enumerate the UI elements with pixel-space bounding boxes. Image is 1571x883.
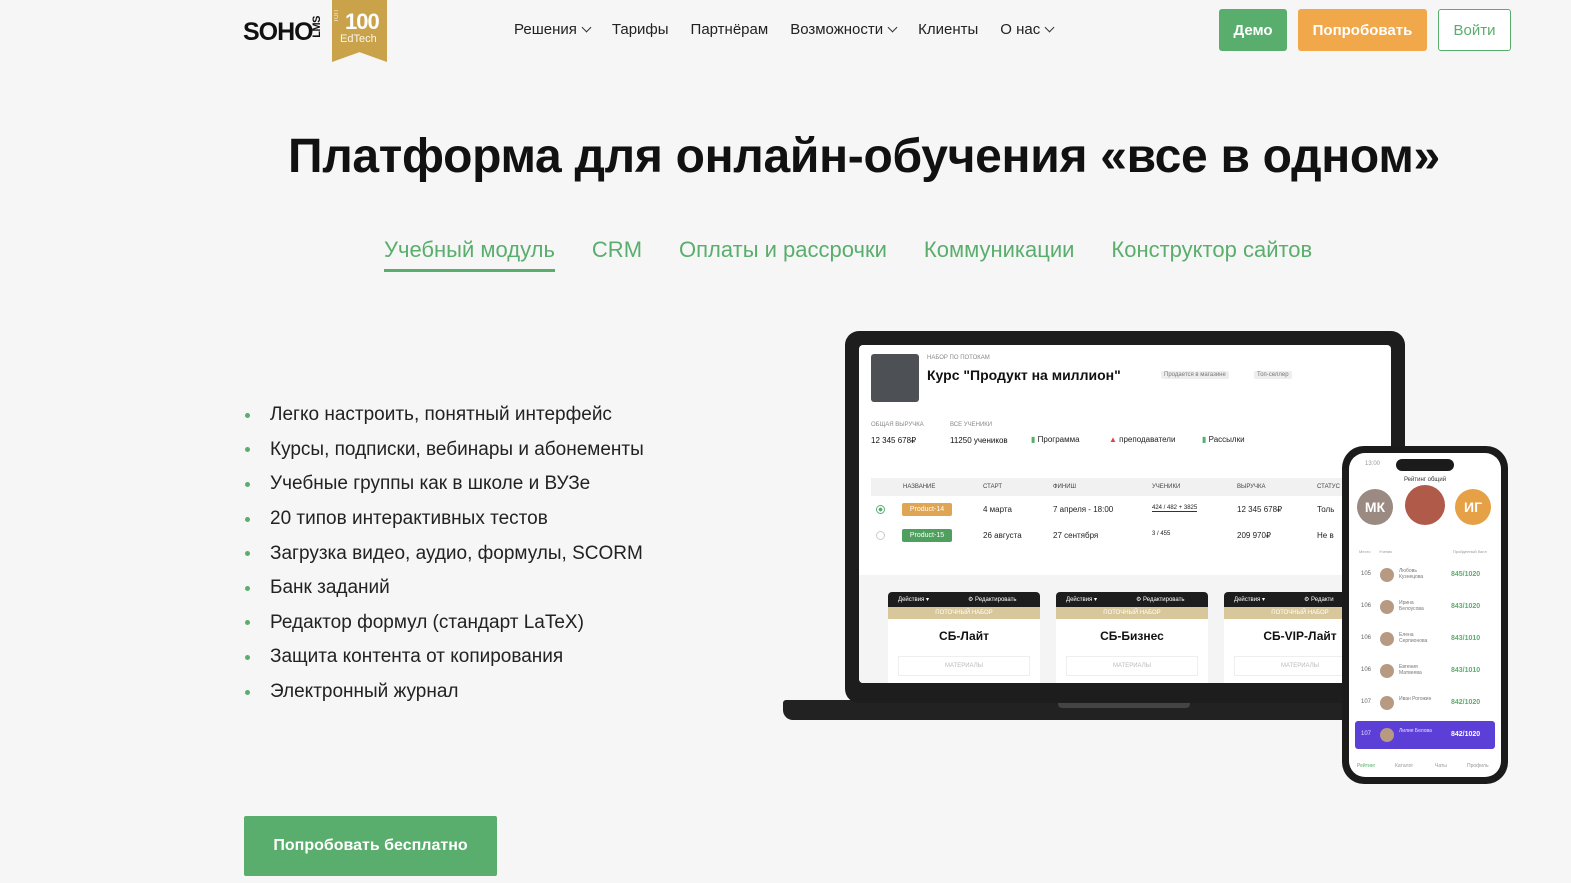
- product-badge: Product-15: [902, 529, 952, 542]
- top100-badge: ТОП 100 EdTech: [332, 0, 387, 62]
- avatar: [1405, 485, 1445, 525]
- chevron-down-icon: [1044, 22, 1055, 33]
- phone-screen: 13:00 Рейтинг общий МК ИГ Место Ученик П…: [1349, 453, 1501, 777]
- list-item: 107 Лилия Белова 842/1020: [1355, 721, 1495, 749]
- nav-item-partners[interactable]: Партнёрам: [691, 21, 769, 38]
- list-item: 105 Любовь Кузнецова 845/1020: [1361, 568, 1481, 582]
- mail-icon: ▮: [1202, 435, 1209, 444]
- phone-time: 13:00: [1365, 461, 1381, 467]
- table-row[interactable]: Product-15 26 августа 27 сентября 3 / 45…: [871, 525, 1391, 547]
- nav-item-solutions[interactable]: Решения: [514, 21, 592, 38]
- logo-wordmark: SOHO: [243, 18, 314, 46]
- feature-tabs: Учебный модуль CRM Оплаты и рассрочки Ко…: [384, 237, 1349, 272]
- logo-lms: LMS: [311, 16, 323, 38]
- tab-crm[interactable]: CRM: [592, 237, 642, 272]
- list-item: Учебные группы как в школе и ВУЗе: [245, 467, 644, 502]
- course-card[interactable]: Действия ▾ ⚙ Редактировать ПОТОЧНЫЙ НАБОР…: [888, 592, 1040, 683]
- person-icon: ▲: [1109, 435, 1120, 444]
- avatar: [1380, 568, 1394, 582]
- bullet-icon: [245, 654, 250, 660]
- avatar: [1380, 696, 1394, 710]
- try-button[interactable]: Попробовать: [1298, 9, 1427, 51]
- radio-selected[interactable]: [876, 505, 885, 514]
- program-link: ▮ Программа: [1031, 435, 1080, 444]
- stat-label: ВСЕ УЧЕНИКИ: [950, 422, 993, 428]
- laptop-screen: НАБОР ПО ПОТОКАМ Курс "Продукт на миллио…: [859, 345, 1391, 683]
- tab-learning-module[interactable]: Учебный модуль: [384, 237, 555, 272]
- avatar: [1380, 632, 1394, 646]
- list-item: Защита контента от копирования: [245, 640, 644, 675]
- tag-badge: Продается в магазине: [1161, 371, 1229, 379]
- tab-profile[interactable]: Профиль: [1467, 763, 1489, 769]
- course-supertitle: НАБОР ПО ПОТОКАМ: [927, 355, 990, 361]
- main-nav: Решения Тарифы Партнёрам Возможности Кли…: [514, 21, 1055, 38]
- bullet-icon: [245, 516, 250, 522]
- nav-item-clients[interactable]: Клиенты: [918, 21, 978, 38]
- chevron-down-icon: [887, 22, 898, 33]
- product-badge: Product-14: [902, 503, 952, 516]
- bullet-icon: [245, 689, 250, 695]
- list-item: 107 Иван Рогожин 842/1020: [1355, 689, 1495, 717]
- bullet-icon: [245, 585, 250, 591]
- book-icon: ▮: [1031, 435, 1038, 444]
- list-item: Курсы, подписки, вебинары и абонементы: [245, 433, 644, 468]
- phone-tabbar: Рейтинг Каталог Чаты Профиль: [1349, 753, 1501, 771]
- nav-item-pricing[interactable]: Тарифы: [612, 21, 669, 38]
- nav-item-features[interactable]: Возможности: [790, 21, 898, 38]
- avatar: МК: [1357, 489, 1393, 525]
- bullet-icon: [245, 551, 250, 557]
- course-cards: Действия ▾ ⚙ Редактировать ПОТОЧНЫЙ НАБОР…: [859, 575, 1391, 683]
- page-title: Платформа для онлайн-обучения «все в одн…: [288, 130, 1440, 183]
- teachers-link: ▲ преподаватели: [1109, 435, 1176, 444]
- chevron-down-icon: [581, 22, 592, 33]
- feature-list: Легко настроить, понятный интерфейс Курс…: [245, 398, 644, 709]
- site-header: SOHO LMS ТОП 100 EdTech Решения Тарифы П…: [0, 0, 1571, 64]
- tab-chats[interactable]: Чаты: [1435, 763, 1447, 769]
- stat-label: ОБЩАЯ ВЫРУЧКА: [871, 422, 924, 428]
- rating-title: Рейтинг общий: [1403, 477, 1447, 483]
- tab-catalog[interactable]: Каталог: [1395, 763, 1413, 769]
- stat-value: 12 345 678₽: [871, 436, 917, 445]
- course-title: Курс "Продукт на миллион": [927, 367, 1121, 383]
- avatar: [1380, 600, 1394, 614]
- tab-communications[interactable]: Коммуникации: [924, 237, 1075, 272]
- bullet-icon: [245, 481, 250, 487]
- stat-value: 11250 учеников: [950, 436, 1008, 445]
- laptop-mockup: НАБОР ПО ПОТОКАМ Курс "Продукт на миллио…: [845, 331, 1405, 703]
- avatar: [1380, 664, 1394, 678]
- tab-site-builder[interactable]: Конструктор сайтов: [1111, 237, 1312, 272]
- bullet-icon: [245, 447, 250, 453]
- login-button[interactable]: Войти: [1438, 9, 1511, 51]
- list-item: 106 Евгения Матвеева 843/1010: [1361, 664, 1481, 678]
- list-item: 106 Елена Серпионова 843/1010: [1361, 632, 1481, 646]
- course-card[interactable]: Действия ▾ ⚙ Редактировать ПОТОЧНЫЙ НАБОР…: [1056, 592, 1208, 683]
- course-thumbnail: [871, 354, 919, 402]
- radio-unselected[interactable]: [876, 531, 885, 540]
- tag-badge: Топ-селлер: [1254, 371, 1292, 379]
- nav-item-about[interactable]: О нас: [1000, 21, 1055, 38]
- table-header: НАЗВАНИЕ СТАРТ ФИНИШ УЧЕНИКИ ВЫРУЧКА СТА…: [871, 478, 1391, 496]
- list-item: Легко настроить, понятный интерфейс: [245, 398, 644, 433]
- avatar: ИГ: [1455, 489, 1491, 525]
- list-item: Редактор формул (стандарт LaTeX): [245, 606, 644, 641]
- tab-rating[interactable]: Рейтинг: [1357, 763, 1375, 769]
- avatar: [1380, 728, 1394, 742]
- list-item: 20 типов интерактивных тестов: [245, 502, 644, 537]
- tab-payments[interactable]: Оплаты и рассрочки: [679, 237, 887, 272]
- try-free-button[interactable]: Попробовать бесплатно: [244, 816, 497, 876]
- table-row[interactable]: Product-14 4 марта 7 апреля - 18:00 424 …: [871, 499, 1391, 521]
- list-item: 106 Ирина Белоусова 843/1020: [1361, 600, 1481, 614]
- bullet-icon: [245, 620, 250, 626]
- bullet-icon: [245, 412, 250, 418]
- mailings-link: ▮ Рассылки: [1202, 435, 1245, 444]
- list-item: Банк заданий: [245, 571, 644, 606]
- list-item: Загрузка видео, аудио, формулы, SCORM: [245, 536, 644, 571]
- phone-notch: [1396, 459, 1454, 471]
- list-item: Электронный журнал: [245, 675, 644, 710]
- demo-button[interactable]: Демо: [1219, 9, 1287, 51]
- phone-mockup: 13:00 Рейтинг общий МК ИГ Место Ученик П…: [1342, 446, 1508, 784]
